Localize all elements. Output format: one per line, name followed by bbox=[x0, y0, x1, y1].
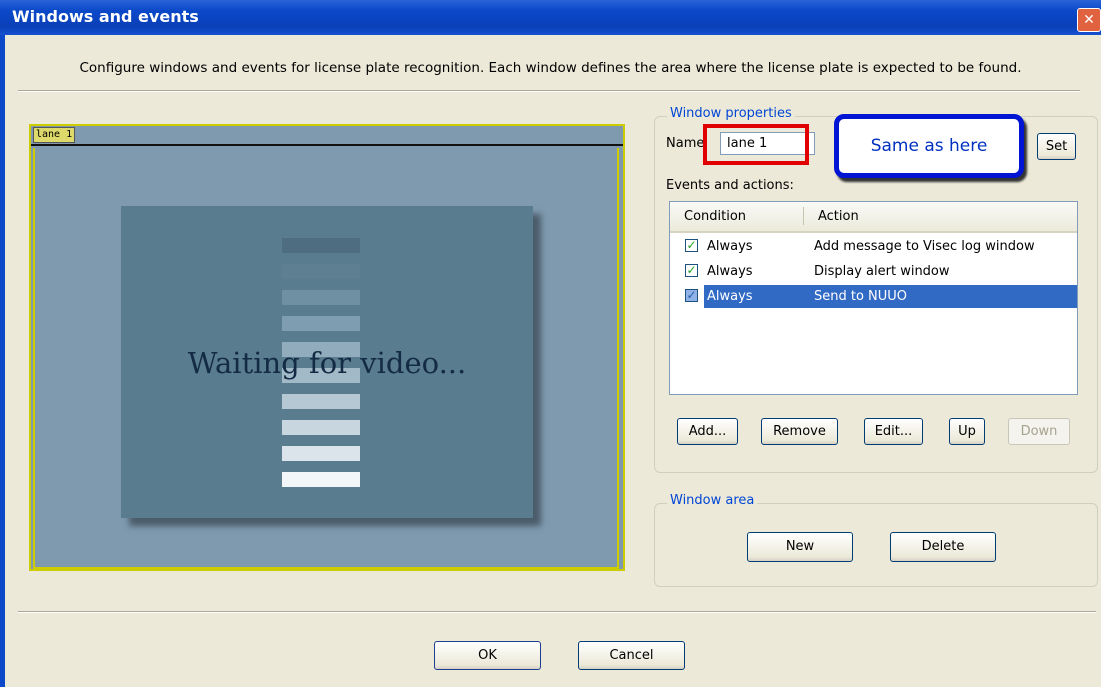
window-area-group bbox=[654, 503, 1098, 587]
name-label: Name bbox=[666, 136, 705, 151]
lane-label: lane 1 bbox=[33, 127, 76, 143]
loading-bar bbox=[282, 264, 360, 279]
video-preview[interactable]: lane 1 Waiting for video... bbox=[29, 124, 625, 571]
description-text: Configure windows and events for license… bbox=[79, 60, 1022, 76]
window-border bbox=[0, 35, 5, 687]
row-action: Send to NUUO bbox=[814, 289, 908, 304]
row-action: Display alert window bbox=[814, 264, 950, 279]
row-condition: Always bbox=[707, 289, 753, 304]
loading-bar bbox=[282, 394, 360, 409]
ok-button[interactable]: OK bbox=[434, 641, 541, 670]
row-condition: Always bbox=[707, 264, 753, 279]
bottom-divider bbox=[18, 611, 1096, 613]
events-label: Events and actions: bbox=[666, 178, 794, 193]
loading-bar bbox=[282, 472, 360, 487]
checkbox-checked-icon[interactable]: ✓ bbox=[685, 289, 698, 302]
close-icon[interactable]: ✕ bbox=[1077, 8, 1101, 32]
column-separator[interactable] bbox=[803, 207, 804, 225]
checkbox-checked-icon[interactable]: ✓ bbox=[685, 264, 698, 277]
loading-bar bbox=[282, 290, 360, 305]
down-button[interactable]: Down bbox=[1008, 418, 1070, 445]
list-item[interactable]: ✓ Always Add message to Visec log window bbox=[673, 235, 1077, 258]
lane-window-area[interactable]: Waiting for video... bbox=[33, 148, 619, 569]
set-button[interactable]: Set bbox=[1037, 133, 1076, 160]
annotation-callout: Same as here bbox=[834, 114, 1024, 178]
add-button[interactable]: Add... bbox=[677, 418, 738, 445]
waiting-text: Waiting for video... bbox=[187, 346, 467, 380]
column-header-action[interactable]: Action bbox=[818, 202, 859, 231]
loading-bar bbox=[282, 446, 360, 461]
loading-bar bbox=[282, 238, 360, 253]
row-condition: Always bbox=[707, 239, 753, 254]
edit-button[interactable]: Edit... bbox=[864, 418, 923, 445]
remove-button[interactable]: Remove bbox=[761, 418, 838, 445]
new-window-button[interactable]: New bbox=[747, 532, 853, 562]
column-header-condition[interactable]: Condition bbox=[684, 202, 746, 231]
list-item-selected[interactable]: ✓ Always Send to NUUO bbox=[673, 285, 1077, 308]
highlight-box bbox=[703, 124, 809, 165]
cancel-button[interactable]: Cancel bbox=[578, 641, 685, 670]
loading-bar bbox=[282, 420, 360, 435]
waiting-placeholder: Waiting for video... bbox=[121, 206, 533, 518]
window-area-legend: Window area bbox=[667, 493, 758, 508]
list-item[interactable]: ✓ Always Display alert window bbox=[673, 260, 1077, 283]
row-action: Add message to Visec log window bbox=[814, 239, 1035, 254]
up-button[interactable]: Up bbox=[949, 418, 985, 445]
top-divider bbox=[18, 90, 1080, 92]
title-bar: Windows and events ✕ bbox=[0, 0, 1101, 35]
checkbox-checked-icon[interactable]: ✓ bbox=[685, 239, 698, 252]
window-title: Windows and events bbox=[12, 7, 199, 26]
events-list[interactable]: Condition Action ✓ Always Add message to… bbox=[669, 201, 1078, 395]
loading-bar bbox=[282, 316, 360, 331]
list-header: Condition Action bbox=[670, 202, 1077, 233]
window-properties-legend: Window properties bbox=[667, 106, 795, 121]
delete-window-button[interactable]: Delete bbox=[890, 532, 996, 562]
lane-window-bar[interactable]: lane 1 bbox=[31, 126, 623, 146]
